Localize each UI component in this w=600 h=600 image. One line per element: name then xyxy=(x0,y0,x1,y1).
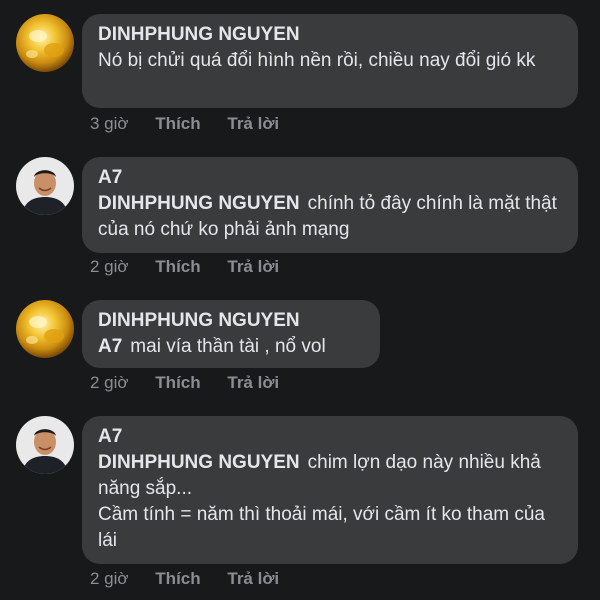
comment-time[interactable]: 3 giờ xyxy=(90,113,129,135)
man-avatar-icon[interactable] xyxy=(16,157,74,215)
like-button[interactable]: Thích xyxy=(155,568,200,590)
comment-actions: 2 giờ Thích Trả lời xyxy=(90,372,301,394)
reply-button[interactable]: Trả lời xyxy=(227,372,279,394)
reply-button[interactable]: Trả lời xyxy=(227,256,279,278)
comment-time[interactable]: 2 giờ xyxy=(90,568,129,590)
comment-bubble: DINHPHUNG NGUYEN A7 mai vía thần tài , nổ… xyxy=(82,300,380,368)
comment-time[interactable]: 2 giờ xyxy=(90,372,129,394)
like-button[interactable]: Thích xyxy=(155,256,200,278)
comment-text-line2: Cầm tính = năm thì thoải mái, với cầm ít… xyxy=(98,504,546,551)
mention-tag[interactable]: A7 xyxy=(98,336,122,357)
reply-button[interactable]: Trả lời xyxy=(227,113,279,135)
comment-time[interactable]: 2 giờ xyxy=(90,256,129,278)
comment-actions: 3 giờ Thích Trả lời xyxy=(90,113,301,135)
gold-avatar-icon[interactable] xyxy=(16,300,74,358)
comment-bubble: A7 DINHPHUNG NGUYEN chính tỏ đây chính là… xyxy=(82,157,578,253)
like-button[interactable]: Thích xyxy=(155,372,200,394)
comment-author[interactable]: DINHPHUNG NGUYEN xyxy=(98,308,364,334)
comment-author[interactable]: A7 xyxy=(98,165,562,191)
comment-author[interactable]: A7 xyxy=(98,424,562,450)
gold-avatar-icon[interactable] xyxy=(16,14,74,72)
reply-button[interactable]: Trả lời xyxy=(227,568,279,590)
comment-bubble: A7 DINHPHUNG NGUYEN chim lợn dạo này nhiề… xyxy=(82,416,578,564)
comment-body: mai vía thần tài , nổ vol xyxy=(130,336,326,357)
comment-text: Nó bị chửi quá đổi hình nền rồi, chiều n… xyxy=(98,50,536,71)
comment-text: DINHPHUNG NGUYEN chính tỏ đây chính là mặ… xyxy=(98,191,562,243)
mention-tag[interactable]: DINHPHUNG NGUYEN xyxy=(98,452,300,473)
comment-text: A7 mai vía thần tài , nổ vol xyxy=(98,334,364,360)
comment-actions: 2 giờ Thích Trả lời xyxy=(90,568,301,590)
man-avatar-icon[interactable] xyxy=(16,416,74,474)
comment-author[interactable]: DINHPHUNG NGUYEN xyxy=(98,22,562,48)
comment-actions: 2 giờ Thích Trả lời xyxy=(90,256,301,278)
mention-tag[interactable]: DINHPHUNG NGUYEN xyxy=(98,193,300,214)
comment-bubble: DINHPHUNG NGUYEN Nó bị chửi quá đổi hình… xyxy=(82,14,578,108)
like-button[interactable]: Thích xyxy=(155,113,200,135)
comment-text: DINHPHUNG NGUYEN chim lợn dạo này nhiều k… xyxy=(98,450,562,502)
